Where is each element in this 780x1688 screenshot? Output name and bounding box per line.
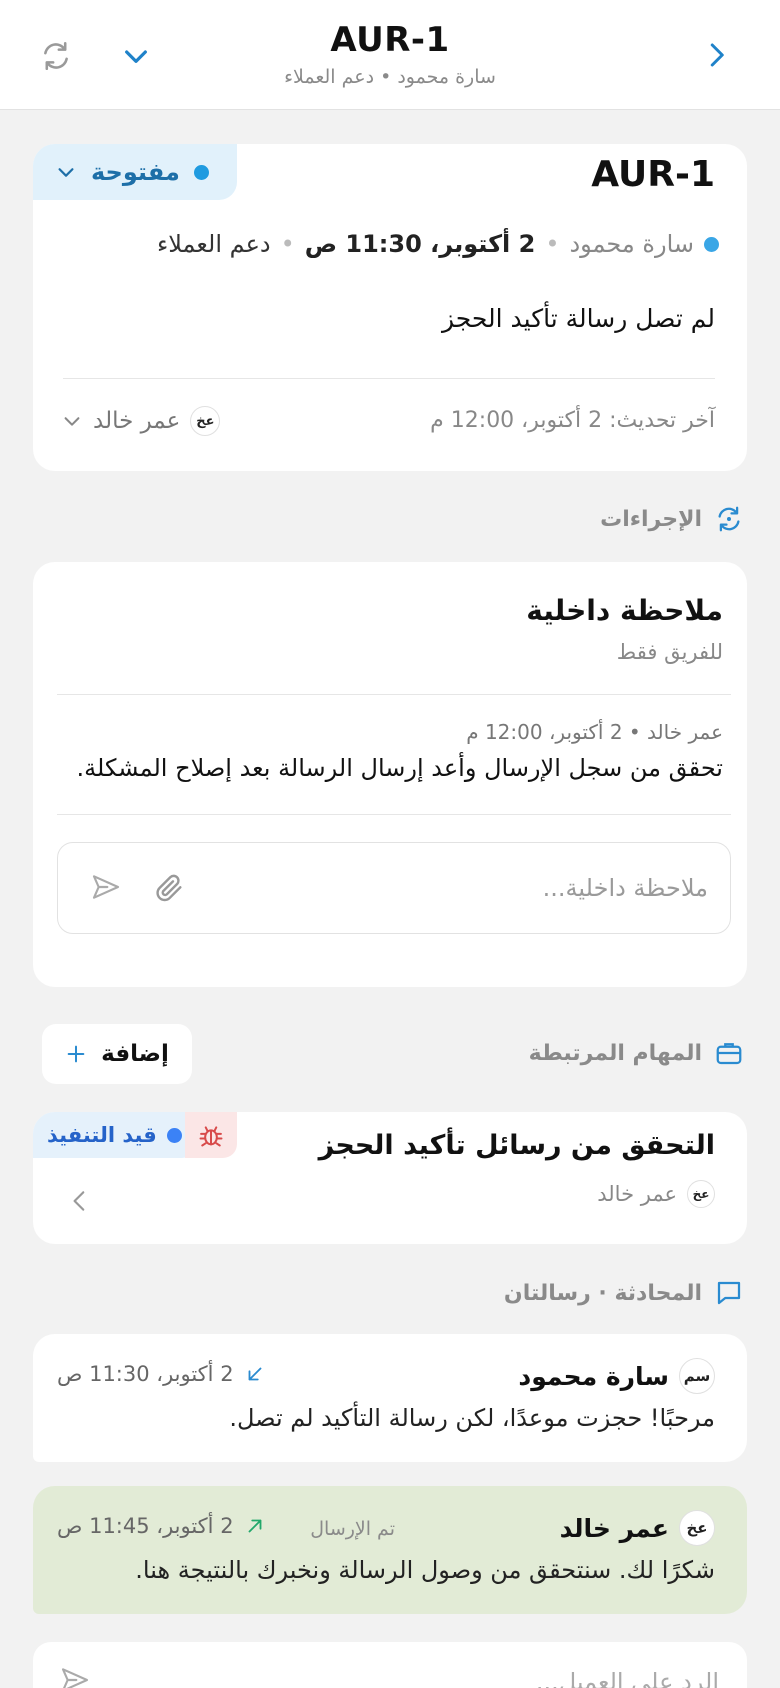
refresh-icon [44,41,68,71]
chevron-down-icon [58,168,74,177]
task-status-badge: قيد التنفيذ [33,1112,196,1158]
avatar: عخ [190,406,221,436]
department: دعم العملاء [156,230,271,258]
message-time: 2 أكتوبر، 11:30 ص [57,1362,266,1386]
task-status-label: قيد التنفيذ [47,1123,157,1147]
attach-button[interactable] [150,871,186,907]
status-label: مفتوحة [91,158,180,186]
reply-input[interactable] [259,1662,719,1688]
message-time: 2 أكتوبر، 11:45 ص [57,1514,266,1538]
send-icon [61,1668,89,1688]
note-meta: عمر خالد • 2 أكتوبر، 12:00 م [466,720,723,744]
arrow-down-left-icon [248,1367,261,1381]
send-icon [92,875,120,899]
status-dropdown[interactable]: مفتوحة [33,144,237,200]
sync-icon [718,506,740,532]
add-task-button[interactable]: إضافة [42,1024,192,1084]
message-sender: عمر خالد [559,1513,669,1543]
last-updated: آخر تحديث: 2 أكتوبر، 12:00 م [430,408,715,433]
note-input-box [57,842,731,934]
assignee-name: عمر خالد [93,408,181,434]
task-assignee: عخ عمر خالد [597,1180,715,1208]
actions-heading: الإجراءات [600,504,744,534]
avatar: عخ [679,1510,715,1546]
briefcase-icon [716,1043,742,1065]
note-body: تحقق من سجل الإرسال وأعد إرسال الرسالة ب… [76,754,724,782]
avatar: عخ [687,1180,715,1208]
task-status-dot [166,1127,182,1143]
message-state: تم الإرسال [310,1518,395,1540]
ticket-id: AUR-1 [591,154,715,195]
top-bar: AUR-1 سارة محمود • دعم العملاء [0,0,780,110]
chat-bubble-icon [717,1281,741,1305]
tasks-heading: المهام المرتبطة [529,1038,744,1068]
task-title: التحقق من رسائل تأكيد الحجز [318,1130,715,1161]
refresh-button[interactable] [28,28,84,84]
divider [57,814,731,815]
requester-name: سارة محمود [569,230,694,258]
ticket-card: مفتوحة AUR-1 سارة محمود • 2 أكتوبر، 11:3… [33,144,747,471]
message-incoming: سم سارة محمود 2 أكتوبر، 11:30 ص مرحبًا! … [33,1334,747,1462]
tasks-heading-label: المهام المرتبطة [528,1040,702,1066]
assignee-dropdown[interactable]: عخ عمر خالد [61,406,221,436]
divider [63,378,715,379]
dropdown-button[interactable] [108,28,164,84]
note-title: ملاحظة داخلية [526,594,723,627]
message-text: مرحبًا! حجزت موعدًا، لكن رسالة التأكيد ل… [229,1404,715,1432]
created-time: 2 أكتوبر، 11:30 ص [304,230,536,258]
bug-icon [199,1126,223,1147]
message-text: شكرًا لك. سنتحقق من وصول الرسالة ونخبرك … [135,1556,715,1584]
internal-note-card: ملاحظة داخلية للفريق فقط عمر خالد • 2 أك… [33,562,747,987]
chevron-down-icon [64,417,80,426]
bug-badge [185,1112,237,1158]
task-card[interactable]: قيد التنفيذ التحقق من رسائل تأكيد الحجز … [33,1112,747,1244]
actions-heading-label: الإجراءات [600,506,702,532]
ticket-subject: لم تصل رسالة تأكيد الحجز [441,304,715,333]
message-outgoing: عخ عمر خالد تم الإرسال 2 أكتوبر، 11:45 ص… [33,1486,747,1614]
note-scope: للفريق فقط [616,640,723,664]
send-reply-button[interactable] [57,1664,91,1688]
conversation-heading-label: المحادثة · رسالتان [503,1280,702,1306]
conversation-heading: المحادثة · رسالتان [504,1278,744,1308]
requester-dot [704,236,719,252]
message-sender: سارة محمود [518,1361,669,1391]
divider [57,694,731,695]
avatar: سم [679,1358,715,1394]
note-input[interactable] [228,867,708,909]
add-task-label: إضافة [101,1041,169,1067]
task-open-button[interactable] [63,1188,93,1218]
send-note-button[interactable] [86,871,122,907]
chevron-down-icon [125,50,147,63]
status-dot [193,164,209,180]
task-assignee-name: عمر خالد [597,1182,677,1206]
chevron-left-icon [73,1191,85,1211]
arrow-up-right-icon [248,1519,261,1533]
ticket-meta: سارة محمود • 2 أكتوبر، 11:30 ص • دعم الع… [157,230,719,258]
paperclip-icon [156,874,182,902]
plus-icon [67,1045,85,1063]
reply-composer [33,1642,747,1688]
